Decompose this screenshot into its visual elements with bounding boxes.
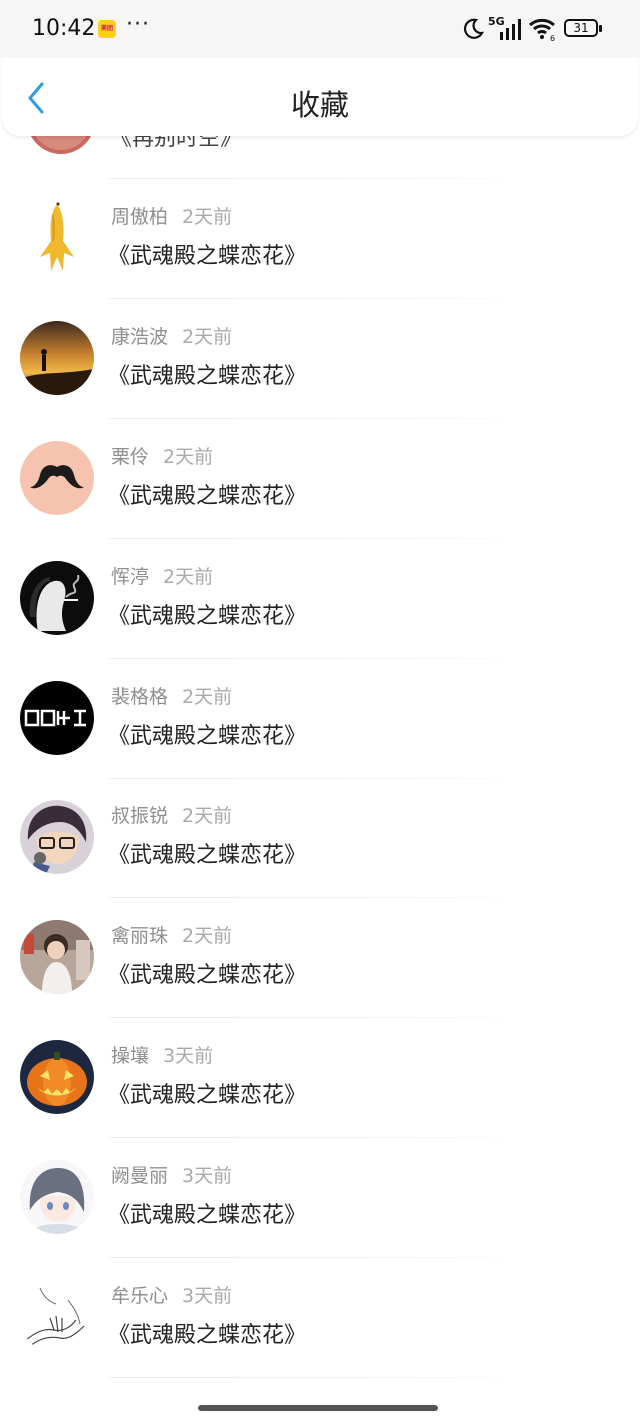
divider xyxy=(110,418,530,419)
book-title[interactable]: 《武魂殿之蝶恋花》 xyxy=(108,238,306,270)
list-item[interactable]: 恽渟 2天前 《武魂殿之蝶恋花》 xyxy=(0,561,640,682)
author-name[interactable]: 禽丽珠 xyxy=(111,925,168,947)
divider xyxy=(110,897,530,898)
timestamp: 3天前 xyxy=(182,1165,233,1187)
book-title[interactable]: 《武魂殿之蝶恋花》 xyxy=(108,478,306,510)
timestamp: 3天前 xyxy=(163,1045,214,1067)
book-title[interactable]: 《武魂殿之蝶恋花》 xyxy=(108,957,306,989)
list-item[interactable]: 裴格格 2天前 《武魂殿之蝶恋花》 xyxy=(0,681,640,802)
book-title[interactable]: 《武魂殿之蝶恋花》 xyxy=(108,1077,306,1109)
author-name[interactable]: 康浩波 xyxy=(111,326,168,348)
book-title[interactable]: 《武魂殿之蝶恋花》 xyxy=(108,1197,306,1229)
avatar[interactable] xyxy=(20,201,94,275)
divider xyxy=(110,298,530,299)
item-meta: 康浩波 2天前 xyxy=(111,322,232,349)
timestamp: 2天前 xyxy=(182,206,233,228)
item-meta: 阙曼丽 3天前 xyxy=(111,1161,232,1188)
avatar[interactable] xyxy=(20,1160,94,1234)
divider xyxy=(110,178,530,179)
item-meta: 操壤 3天前 xyxy=(111,1041,213,1068)
item-meta: 禽丽珠 2天前 xyxy=(111,921,232,948)
author-name[interactable]: 阙曼丽 xyxy=(111,1165,168,1187)
divider xyxy=(110,1137,530,1138)
timestamp: 2天前 xyxy=(182,925,233,947)
avatar[interactable] xyxy=(20,681,94,755)
avatar[interactable] xyxy=(20,321,94,395)
list-item[interactable]: 操壤 3天前 《武魂殿之蝶恋花》 xyxy=(0,1040,640,1161)
timestamp: 2天前 xyxy=(182,686,233,708)
list-item[interactable]: 牟乐心 3天前 《武魂殿之蝶恋花》 xyxy=(0,1280,640,1401)
author-name[interactable]: 栗伶 xyxy=(111,446,149,468)
author-name[interactable]: 牟乐心 xyxy=(111,1285,168,1307)
wifi-sub-label: 6 xyxy=(550,34,555,42)
item-meta: 牟乐心 3天前 xyxy=(111,1281,232,1308)
network-type-label: 5G xyxy=(488,15,505,28)
author-name[interactable]: 操壤 xyxy=(111,1045,149,1067)
avatar[interactable] xyxy=(20,1040,94,1114)
book-title[interactable]: 《武魂殿之蝶恋花》 xyxy=(108,358,306,390)
status-time: 10:42 xyxy=(32,16,96,41)
book-title[interactable]: 《武魂殿之蝶恋花》 xyxy=(108,718,306,750)
item-meta: 裴格格 2天前 xyxy=(111,682,232,709)
item-meta: 周傲柏 2天前 xyxy=(111,202,232,229)
book-title[interactable]: 《武魂殿之蝶恋花》 xyxy=(108,1317,306,1349)
timestamp: 3天前 xyxy=(182,1285,233,1307)
author-name[interactable]: 周傲柏 xyxy=(111,206,168,228)
divider xyxy=(110,1257,530,1258)
list-item[interactable]: 栗伶 2天前 《武魂殿之蝶恋花》 xyxy=(0,441,640,562)
list-item[interactable]: 阙曼丽 3天前 《武魂殿之蝶恋花》 xyxy=(0,1160,640,1281)
timestamp: 2天前 xyxy=(182,805,233,827)
author-name[interactable]: 叔振锐 xyxy=(111,805,168,827)
divider xyxy=(110,1017,530,1018)
avatar[interactable] xyxy=(20,441,94,515)
wifi-icon: 6 xyxy=(529,18,555,42)
moon-icon xyxy=(464,18,484,39)
navigation-header: 收藏 xyxy=(2,58,638,136)
status-bar: 10:42 美团 ··· 5G 6 31 xyxy=(0,0,640,58)
timestamp: 2天前 xyxy=(163,446,214,468)
item-meta: 栗伶 2天前 xyxy=(111,442,213,469)
author-name[interactable]: 裴格格 xyxy=(111,686,168,708)
home-indicator[interactable] xyxy=(198,1405,438,1411)
list-item[interactable]: 禽丽珠 2天前 《武魂殿之蝶恋花》 xyxy=(0,920,640,1041)
list-item[interactable]: 周傲柏 2天前 《武魂殿之蝶恋花》 xyxy=(0,201,640,322)
more-notifications-icon: ··· xyxy=(126,12,150,37)
divider xyxy=(110,778,530,779)
book-title[interactable]: 《武魂殿之蝶恋花》 xyxy=(108,598,306,630)
list-item[interactable]: 康浩波 2天前 《武魂殿之蝶恋花》 xyxy=(0,321,640,442)
battery-level: 31 xyxy=(573,21,589,35)
avatar[interactable] xyxy=(20,800,94,874)
list-item[interactable]: 叔振锐 2天前 《武魂殿之蝶恋花》 xyxy=(0,800,640,921)
timestamp: 2天前 xyxy=(163,566,214,588)
page-title: 收藏 xyxy=(290,88,349,122)
divider xyxy=(110,1377,530,1378)
meituan-app-icon: 美团 xyxy=(98,20,116,38)
author-name[interactable]: 恽渟 xyxy=(111,566,149,588)
avatar[interactable] xyxy=(20,561,94,635)
book-title[interactable]: 《武魂殿之蝶恋花》 xyxy=(108,837,306,869)
divider xyxy=(110,538,530,539)
timestamp: 2天前 xyxy=(182,326,233,348)
item-meta: 恽渟 2天前 xyxy=(111,562,213,589)
item-meta: 叔振锐 2天前 xyxy=(111,801,232,828)
battery-icon: 31 xyxy=(564,19,602,37)
avatar[interactable] xyxy=(20,1280,94,1354)
avatar[interactable] xyxy=(20,920,94,994)
cellular-signal-icon: 5G xyxy=(488,15,521,40)
divider xyxy=(110,658,530,659)
